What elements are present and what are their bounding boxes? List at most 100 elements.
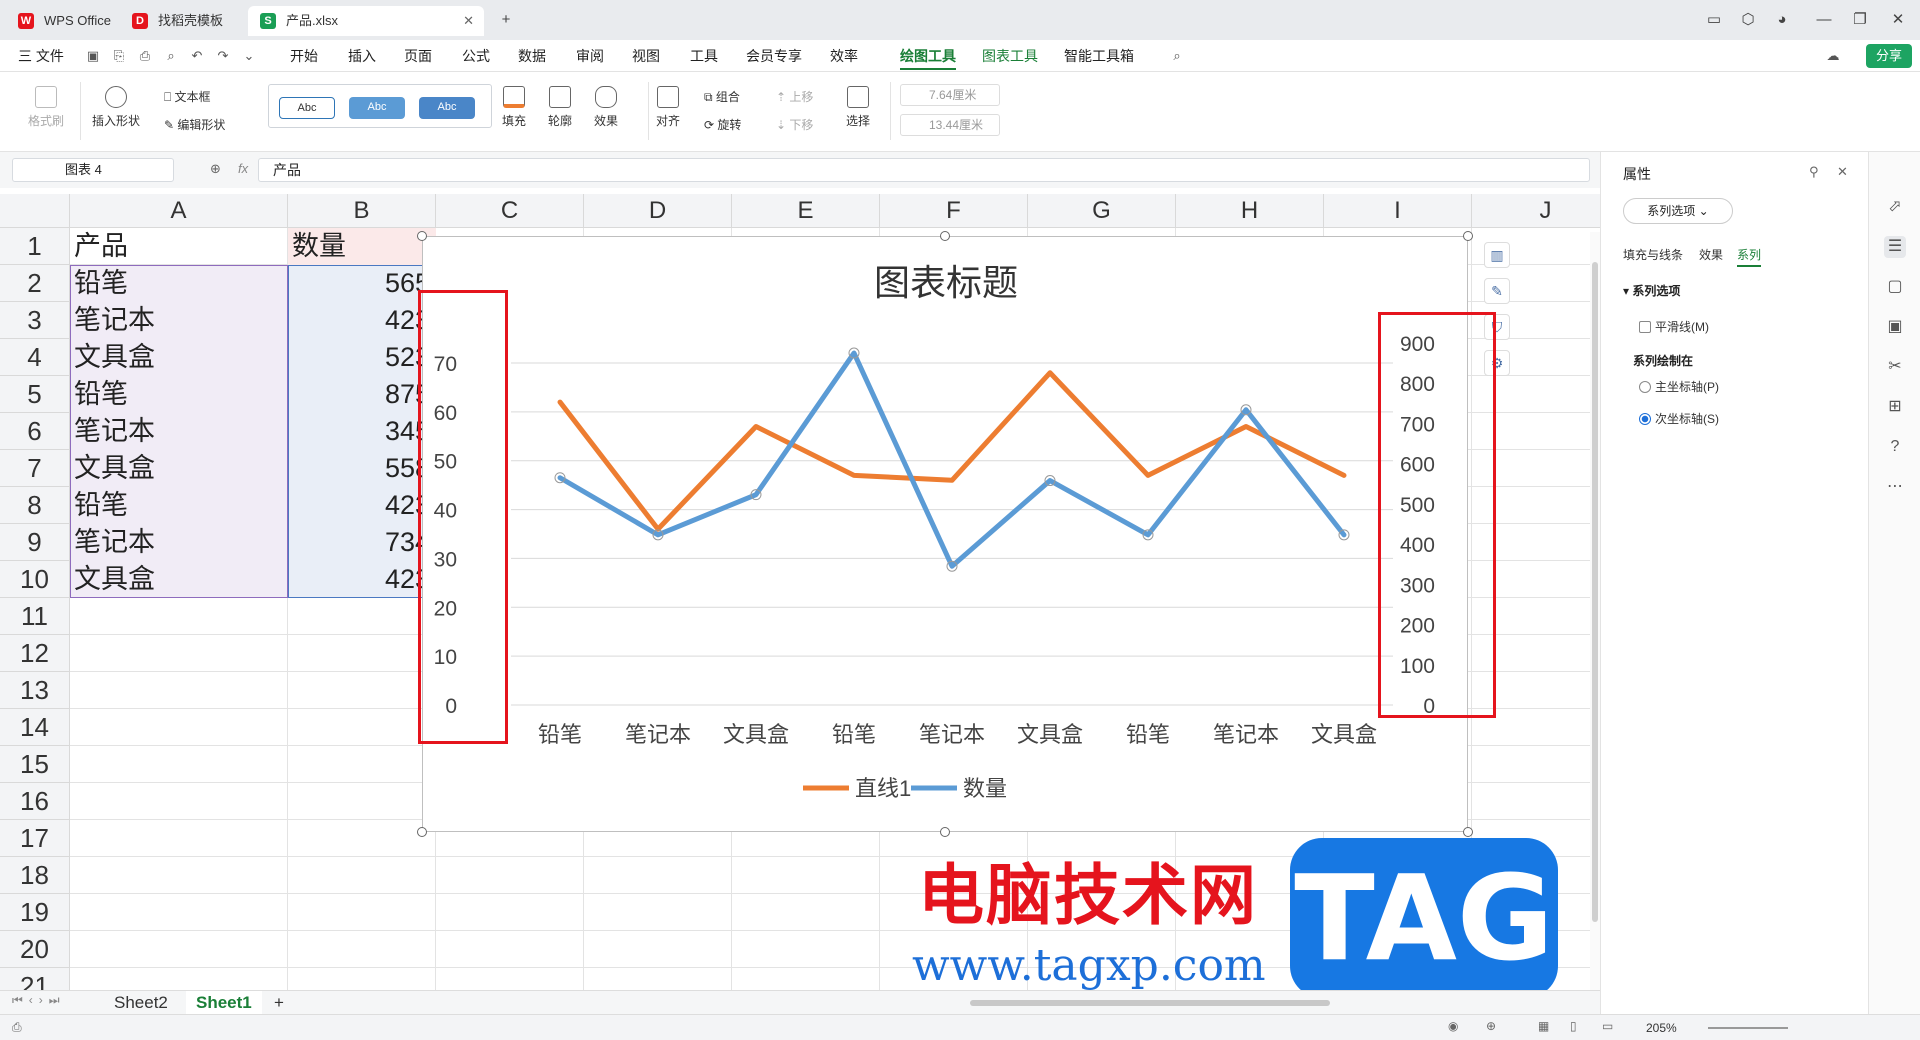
column-header-i[interactable]: I	[1324, 194, 1472, 228]
restore-icon[interactable]: ❐	[1846, 8, 1874, 32]
cell-b2[interactable]: 565	[288, 265, 436, 302]
menu-efficiency[interactable]: 效率	[830, 40, 858, 72]
save-icon[interactable]: ▣	[84, 48, 102, 64]
cell-b7[interactable]: 558	[288, 450, 436, 487]
cell-b1[interactable]: 数量	[288, 228, 436, 265]
export-icon[interactable]: ⎘	[110, 48, 128, 64]
cell-a8[interactable]: 铅笔	[70, 487, 288, 524]
avatar[interactable]: ◕	[1768, 8, 1796, 32]
horizontal-scroll-thumb[interactable]	[970, 1000, 1330, 1006]
cell-b6[interactable]: 345	[288, 413, 436, 450]
row-header-19[interactable]: 19	[0, 894, 70, 931]
fill-button[interactable]: 填充	[502, 86, 526, 129]
vertical-scrollbar[interactable]	[1590, 232, 1600, 990]
cell-b3[interactable]: 423	[288, 302, 436, 339]
align-button[interactable]: 对齐	[656, 86, 680, 129]
layout-icon[interactable]: ▭	[1700, 8, 1728, 32]
row-header-21[interactable]: 21	[0, 968, 70, 990]
menu-tools[interactable]: 工具	[690, 40, 718, 72]
zoom-slider[interactable]	[1708, 1027, 1788, 1029]
tab-series[interactable]: 系列	[1737, 246, 1762, 267]
row-header-6[interactable]: 6	[0, 413, 70, 450]
text-box-button[interactable]: ⎕ 文本框	[164, 88, 211, 105]
normal-view-icon[interactable]: ▦	[1538, 1019, 1549, 1033]
more-icon[interactable]: ⌄	[240, 48, 258, 64]
cursor-icon[interactable]: ⬀	[1884, 196, 1906, 218]
picture-icon[interactable]: ▣	[1884, 316, 1906, 338]
column-header-c[interactable]: C	[436, 194, 584, 228]
column-header-e[interactable]: E	[732, 194, 880, 228]
crosshair-icon[interactable]: ⊕	[1486, 1019, 1496, 1033]
cell-a7[interactable]: 文具盒	[70, 450, 288, 487]
cell-a5[interactable]: 铅笔	[70, 376, 288, 413]
menu-view[interactable]: 视图	[632, 40, 660, 72]
group-button[interactable]: ⧉ 组合	[704, 88, 740, 105]
menu-ai-toolbox[interactable]: 智能工具箱	[1064, 40, 1134, 72]
scroll-thumb[interactable]	[1592, 262, 1598, 922]
shape-height-field[interactable]: 7.64厘米	[900, 84, 1000, 106]
sheet-tab-sheet1[interactable]: Sheet1	[186, 991, 262, 1016]
tab-product-xlsx[interactable]: S 产品.xlsx ✕	[248, 6, 484, 36]
row-header-15[interactable]: 15	[0, 746, 70, 783]
tab-wps-office[interactable]: W WPS Office	[6, 6, 116, 36]
sheet-tab-sheet2[interactable]: Sheet2	[104, 991, 178, 1014]
row-header-9[interactable]: 9	[0, 524, 70, 561]
select-all-corner[interactable]	[0, 194, 70, 228]
shape-width-field[interactable]: 13.44厘米	[900, 114, 1000, 136]
cell-a2[interactable]: 铅笔	[70, 265, 288, 302]
column-header-g[interactable]: G	[1028, 194, 1176, 228]
help-icon[interactable]: ?	[1884, 436, 1906, 458]
column-header-b[interactable]: B	[288, 194, 436, 228]
add-sheet-button[interactable]: +	[264, 991, 294, 1014]
layout-view-icon[interactable]: ▭	[1602, 1019, 1613, 1033]
row-header-18[interactable]: 18	[0, 857, 70, 894]
cell-b4[interactable]: 523	[288, 339, 436, 376]
menu-formula[interactable]: 公式	[462, 40, 490, 72]
style-sample-3[interactable]: Abc	[419, 97, 475, 119]
row-header-3[interactable]: 3	[0, 302, 70, 339]
cell-b8[interactable]: 423	[288, 487, 436, 524]
minimize-icon[interactable]: —	[1810, 8, 1838, 32]
row-header-17[interactable]: 17	[0, 820, 70, 857]
section-series-options[interactable]: ▾ 系列选项	[1623, 282, 1680, 299]
window-close-icon[interactable]: ✕	[1884, 8, 1912, 32]
resize-handle[interactable]	[940, 827, 950, 837]
resize-handle[interactable]	[940, 231, 950, 241]
tab-fill-line[interactable]: 填充与线条	[1623, 246, 1683, 263]
tools-icon[interactable]: ✂	[1884, 356, 1906, 378]
preview-icon[interactable]: ⌕	[162, 48, 180, 64]
fx-icon[interactable]: fx	[238, 161, 248, 176]
send-down-button[interactable]: ⇣ 下移	[776, 116, 813, 133]
smooth-line-checkbox[interactable]: 平滑线(M)	[1639, 318, 1709, 335]
row-header-5[interactable]: 5	[0, 376, 70, 413]
share-button[interactable]: 分享	[1865, 44, 1912, 68]
cell-a1[interactable]: 产品	[70, 228, 288, 265]
row-header-11[interactable]: 11	[0, 598, 70, 635]
row-header-20[interactable]: 20	[0, 931, 70, 968]
row-header-8[interactable]: 8	[0, 487, 70, 524]
cell-a9[interactable]: 笔记本	[70, 524, 288, 561]
cloud-icon[interactable]: ☁	[1824, 48, 1842, 64]
column-header-j[interactable]: J	[1472, 194, 1600, 228]
menu-chart-tools[interactable]: 图表工具	[982, 40, 1038, 72]
chart-style-icon[interactable]: ✎	[1484, 278, 1510, 304]
resize-handle[interactable]	[1463, 827, 1473, 837]
rotate-button[interactable]: ⟳ 旋转	[704, 116, 741, 133]
column-header-h[interactable]: H	[1176, 194, 1324, 228]
comment-icon[interactable]: ▢	[1884, 276, 1906, 298]
book-icon[interactable]: ⊞	[1884, 396, 1906, 418]
more-options-icon[interactable]: ⋯	[1884, 476, 1906, 498]
sheet-nav-icon[interactable]: ⏮‹›⏭	[12, 993, 66, 1008]
bring-up-button[interactable]: ⇡ 上移	[776, 88, 813, 105]
tab-effect[interactable]: 效果	[1699, 246, 1723, 263]
insert-shape-button[interactable]: 插入形状	[92, 86, 140, 129]
menu-review[interactable]: 审阅	[576, 40, 604, 72]
cell-a4[interactable]: 文具盒	[70, 339, 288, 376]
series-options-dropdown[interactable]: 系列选项 ⌄	[1623, 198, 1733, 224]
properties-icon[interactable]: ☰	[1884, 236, 1906, 258]
column-header-f[interactable]: F	[880, 194, 1028, 228]
new-tab-button[interactable]: +	[492, 8, 520, 32]
row-header-7[interactable]: 7	[0, 450, 70, 487]
row-header-12[interactable]: 12	[0, 635, 70, 672]
resize-handle[interactable]	[1463, 231, 1473, 241]
